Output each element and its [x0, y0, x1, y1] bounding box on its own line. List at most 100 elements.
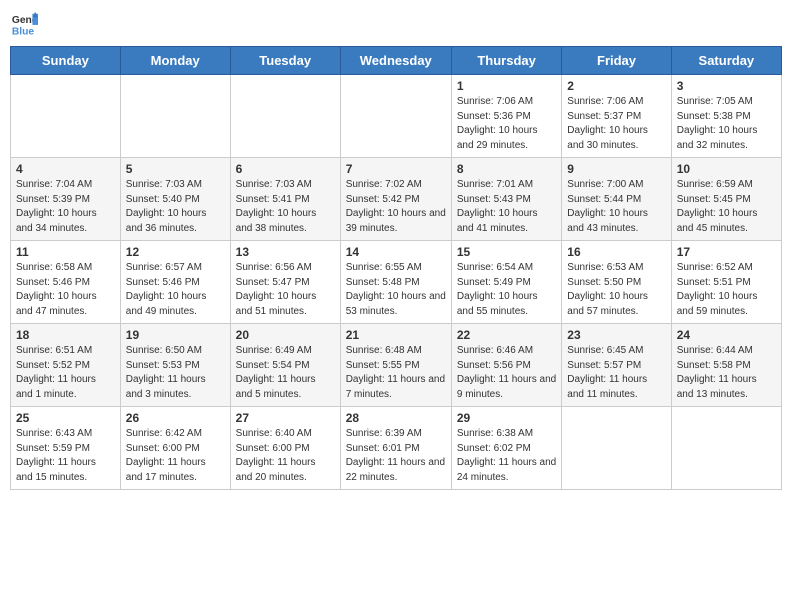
calendar-cell: 7Sunrise: 7:02 AM Sunset: 5:42 PM Daylig…	[340, 158, 451, 241]
day-info: Sunrise: 6:38 AM Sunset: 6:02 PM Dayligh…	[457, 427, 556, 485]
day-info: Sunrise: 6:44 AM Sunset: 5:58 PM Dayligh…	[677, 344, 776, 402]
day-info: Sunrise: 6:59 AM Sunset: 5:45 PM Dayligh…	[677, 178, 776, 236]
calendar-week-2: 4Sunrise: 7:04 AM Sunset: 5:39 PM Daylig…	[11, 158, 782, 241]
calendar-week-5: 25 Sunrise: 6:43 AM Sunset: 5:59 PM Dayli…	[11, 407, 782, 490]
day-number: 15	[457, 245, 556, 259]
day-info: Sunrise: 6:52 AM Sunset: 5:51 PM Dayligh…	[677, 261, 776, 319]
calendar-cell: 17 Sunrise: 6:52 AM Sunset: 5:51 PM Dayli…	[671, 241, 781, 324]
calendar-cell: 27Sunrise: 6:40 AM Sunset: 6:00 PM Dayli…	[230, 407, 340, 490]
calendar-cell: 29 Sunrise: 6:38 AM Sunset: 6:02 PM Dayli…	[451, 407, 561, 490]
day-number: 11	[16, 245, 115, 259]
logo-icon: General Blue	[10, 10, 38, 38]
day-info: Sunrise: 6:51 AM Sunset: 5:52 PM Dayligh…	[16, 344, 115, 402]
day-info: Sunrise: 6:58 AM Sunset: 5:46 PM Dayligh…	[16, 261, 115, 319]
calendar-cell: 11 Sunrise: 6:58 AM Sunset: 5:46 PM Dayli…	[11, 241, 121, 324]
day-number: 27	[236, 411, 335, 425]
day-info: Sunrise: 6:39 AM Sunset: 6:01 PM Dayligh…	[346, 427, 446, 485]
calendar-cell: 20 Sunrise: 6:49 AM Sunset: 5:54 PM Dayli…	[230, 324, 340, 407]
calendar-cell: 25 Sunrise: 6:43 AM Sunset: 5:59 PM Dayli…	[11, 407, 121, 490]
day-number: 18	[16, 328, 115, 342]
calendar-cell: 1 Sunrise: 7:06 AM Sunset: 5:36 PM Daylig…	[451, 75, 561, 158]
day-number: 19	[126, 328, 225, 342]
calendar-cell: 13 Sunrise: 6:56 AM Sunset: 5:47 PM Dayli…	[230, 241, 340, 324]
day-info: Sunrise: 6:50 AM Sunset: 5:53 PM Dayligh…	[126, 344, 225, 402]
calendar-table: SundayMondayTuesdayWednesdayThursdayFrid…	[10, 46, 782, 490]
calendar-cell: 3 Sunrise: 7:05 AM Sunset: 5:38 PM Daylig…	[671, 75, 781, 158]
day-number: 25	[16, 411, 115, 425]
day-info: Sunrise: 6:49 AM Sunset: 5:54 PM Dayligh…	[236, 344, 335, 402]
day-info: Sunrise: 6:55 AM Sunset: 5:48 PM Dayligh…	[346, 261, 446, 319]
day-number: 16	[567, 245, 665, 259]
page-header: General Blue	[10, 10, 782, 38]
day-info: Sunrise: 7:06 AM Sunset: 5:37 PM Dayligh…	[567, 95, 665, 153]
day-info: Sunrise: 7:05 AM Sunset: 5:38 PM Dayligh…	[677, 95, 776, 153]
day-number: 23	[567, 328, 665, 342]
day-number: 9	[567, 162, 665, 176]
calendar-cell: 6 Sunrise: 7:03 AM Sunset: 5:41 PM Daylig…	[230, 158, 340, 241]
calendar-cell: 10 Sunrise: 6:59 AM Sunset: 5:45 PM Dayli…	[671, 158, 781, 241]
calendar-cell: 2 Sunrise: 7:06 AM Sunset: 5:37 PM Daylig…	[562, 75, 671, 158]
calendar-cell	[340, 75, 451, 158]
calendar-cell: 24 Sunrise: 6:44 AM Sunset: 5:58 PM Dayli…	[671, 324, 781, 407]
day-info: Sunrise: 6:45 AM Sunset: 5:57 PM Dayligh…	[567, 344, 665, 402]
day-info: Sunrise: 7:03 AM Sunset: 5:40 PM Dayligh…	[126, 178, 225, 236]
calendar-cell: 9Sunrise: 7:00 AM Sunset: 5:44 PM Daylig…	[562, 158, 671, 241]
day-info: Sunrise: 6:54 AM Sunset: 5:49 PM Dayligh…	[457, 261, 556, 319]
day-header-sunday: Sunday	[11, 47, 121, 75]
day-info: Sunrise: 6:56 AM Sunset: 5:47 PM Dayligh…	[236, 261, 335, 319]
calendar-cell: 22Sunrise: 6:46 AM Sunset: 5:56 PM Dayli…	[451, 324, 561, 407]
day-number: 21	[346, 328, 446, 342]
calendar-cell: 4Sunrise: 7:04 AM Sunset: 5:39 PM Daylig…	[11, 158, 121, 241]
day-number: 6	[236, 162, 335, 176]
calendar-body: 1 Sunrise: 7:06 AM Sunset: 5:36 PM Daylig…	[11, 75, 782, 490]
day-number: 29	[457, 411, 556, 425]
day-info: Sunrise: 7:06 AM Sunset: 5:36 PM Dayligh…	[457, 95, 556, 153]
day-number: 10	[677, 162, 776, 176]
day-header-wednesday: Wednesday	[340, 47, 451, 75]
calendar-cell: 8 Sunrise: 7:01 AM Sunset: 5:43 PM Daylig…	[451, 158, 561, 241]
day-header-saturday: Saturday	[671, 47, 781, 75]
calendar-cell	[11, 75, 121, 158]
day-number: 13	[236, 245, 335, 259]
day-number: 14	[346, 245, 446, 259]
day-info: Sunrise: 7:03 AM Sunset: 5:41 PM Dayligh…	[236, 178, 335, 236]
day-number: 20	[236, 328, 335, 342]
calendar-header: SundayMondayTuesdayWednesdayThursdayFrid…	[11, 47, 782, 75]
calendar-cell: 16 Sunrise: 6:53 AM Sunset: 5:50 PM Dayli…	[562, 241, 671, 324]
day-number: 24	[677, 328, 776, 342]
day-number: 12	[126, 245, 225, 259]
day-header-tuesday: Tuesday	[230, 47, 340, 75]
calendar-cell	[671, 407, 781, 490]
day-number: 5	[126, 162, 225, 176]
day-number: 1	[457, 79, 556, 93]
calendar-cell: 14 Sunrise: 6:55 AM Sunset: 5:48 PM Dayli…	[340, 241, 451, 324]
day-info: Sunrise: 6:57 AM Sunset: 5:46 PM Dayligh…	[126, 261, 225, 319]
day-number: 22	[457, 328, 556, 342]
day-header-friday: Friday	[562, 47, 671, 75]
day-header-thursday: Thursday	[451, 47, 561, 75]
day-number: 2	[567, 79, 665, 93]
day-info: Sunrise: 6:42 AM Sunset: 6:00 PM Dayligh…	[126, 427, 225, 485]
day-info: Sunrise: 7:02 AM Sunset: 5:42 PM Dayligh…	[346, 178, 446, 236]
calendar-cell	[230, 75, 340, 158]
calendar-cell: 5 Sunrise: 7:03 AM Sunset: 5:40 PM Daylig…	[120, 158, 230, 241]
calendar-cell	[120, 75, 230, 158]
day-info: Sunrise: 6:48 AM Sunset: 5:55 PM Dayligh…	[346, 344, 446, 402]
day-number: 17	[677, 245, 776, 259]
day-number: 26	[126, 411, 225, 425]
day-info: Sunrise: 6:43 AM Sunset: 5:59 PM Dayligh…	[16, 427, 115, 485]
calendar-week-4: 18 Sunrise: 6:51 AM Sunset: 5:52 PM Dayli…	[11, 324, 782, 407]
day-info: Sunrise: 6:53 AM Sunset: 5:50 PM Dayligh…	[567, 261, 665, 319]
calendar-cell: 19 Sunrise: 6:50 AM Sunset: 5:53 PM Dayli…	[120, 324, 230, 407]
day-info: Sunrise: 7:01 AM Sunset: 5:43 PM Dayligh…	[457, 178, 556, 236]
day-number: 28	[346, 411, 446, 425]
calendar-cell: 26 Sunrise: 6:42 AM Sunset: 6:00 PM Dayli…	[120, 407, 230, 490]
day-number: 8	[457, 162, 556, 176]
calendar-cell: 23 Sunrise: 6:45 AM Sunset: 5:57 PM Dayli…	[562, 324, 671, 407]
calendar-cell: 21 Sunrise: 6:48 AM Sunset: 5:55 PM Dayli…	[340, 324, 451, 407]
day-number: 4	[16, 162, 115, 176]
calendar-cell: 12 Sunrise: 6:57 AM Sunset: 5:46 PM Dayli…	[120, 241, 230, 324]
calendar-cell: 18 Sunrise: 6:51 AM Sunset: 5:52 PM Dayli…	[11, 324, 121, 407]
calendar-cell	[562, 407, 671, 490]
day-number: 3	[677, 79, 776, 93]
